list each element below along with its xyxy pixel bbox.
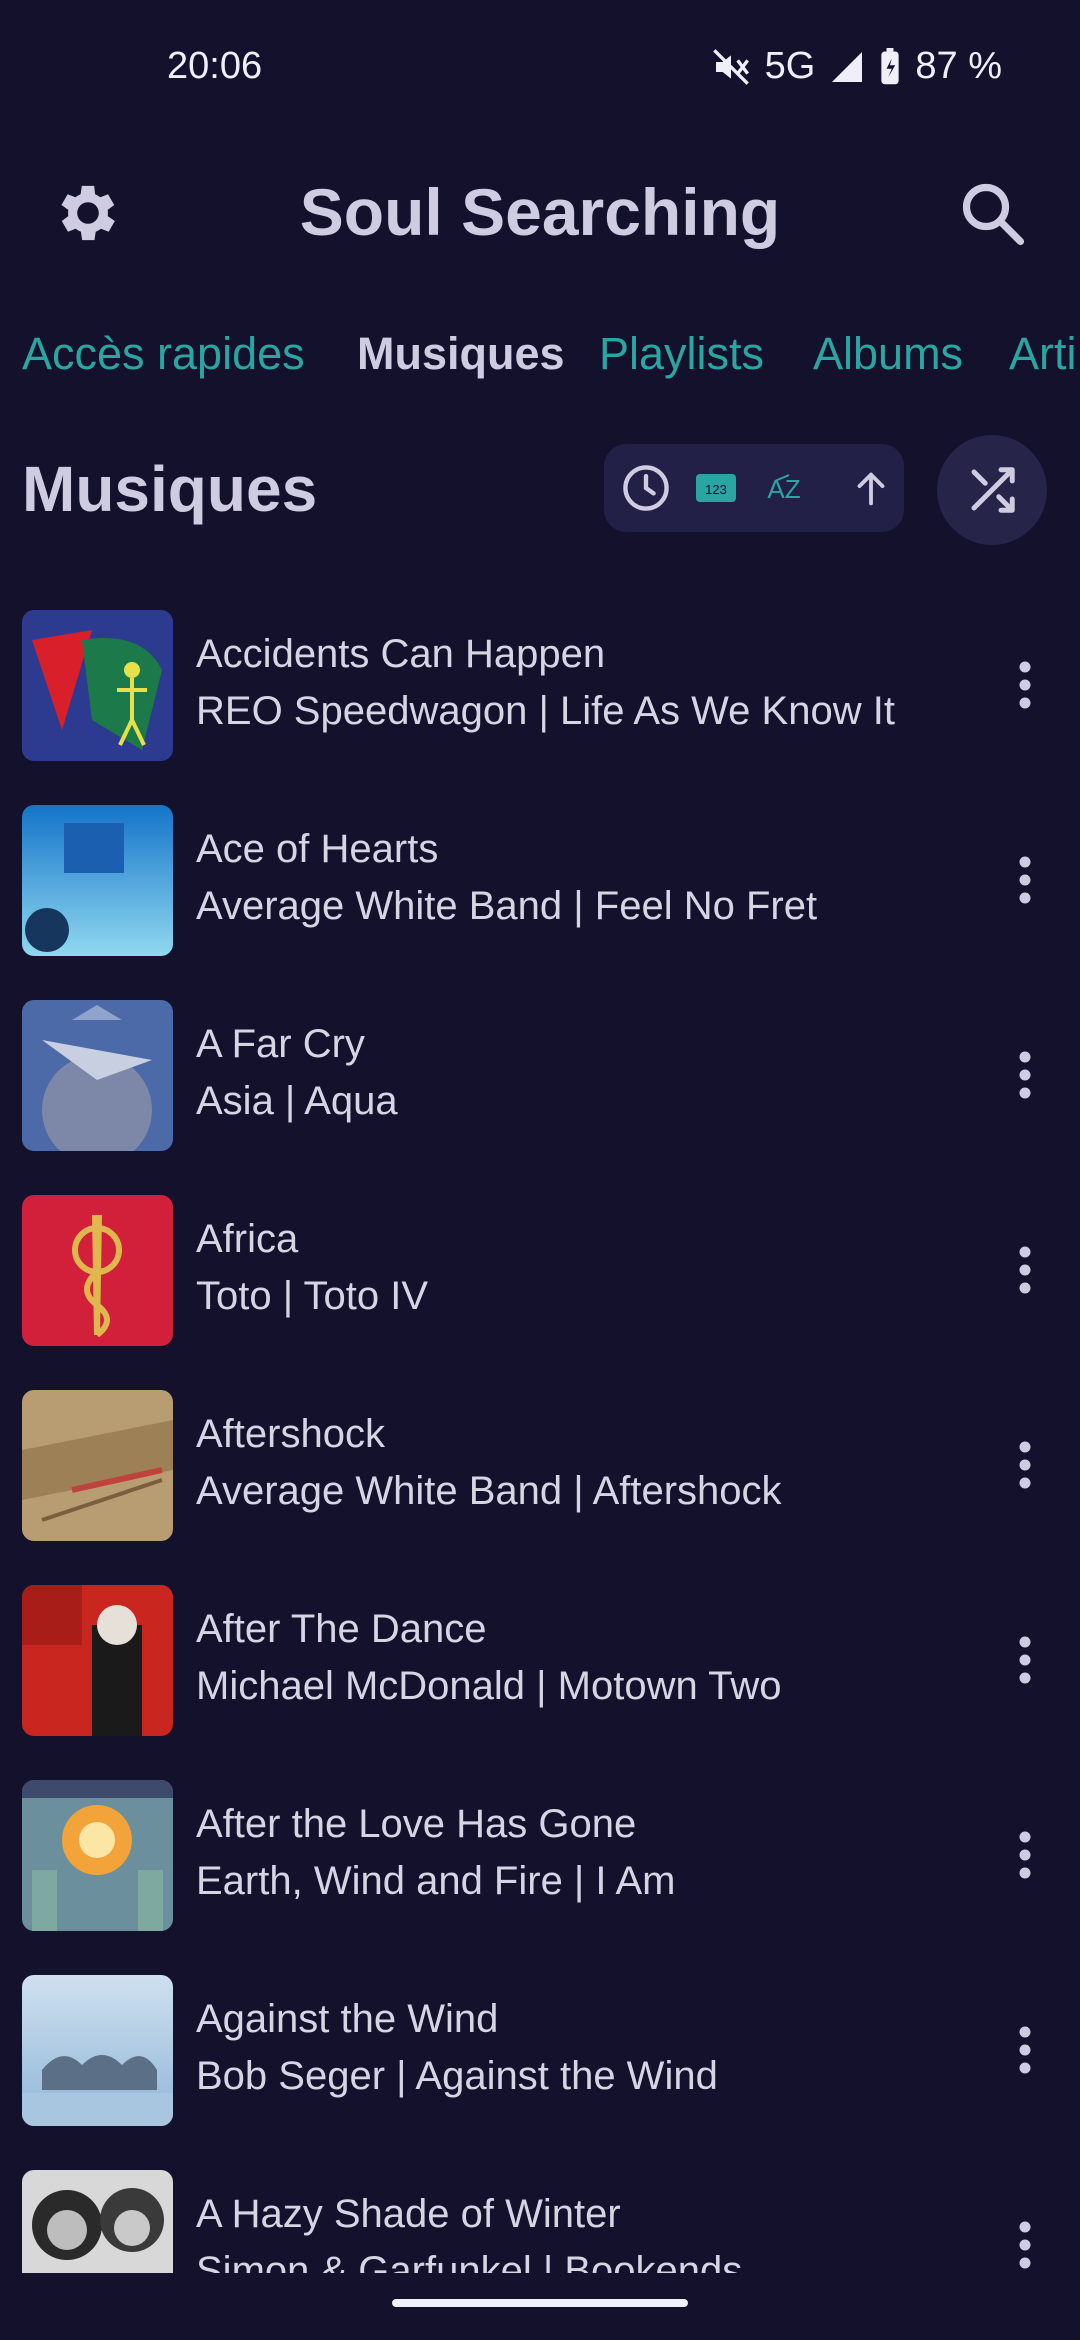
more-options-button[interactable] <box>995 1030 1055 1120</box>
song-list: Accidents Can Happen REO Speedwagon | Li… <box>0 600 1080 2273</box>
signal-icon <box>829 49 865 85</box>
search-icon <box>962 183 1025 246</box>
song-title: Against the Wind <box>196 1997 499 2041</box>
more-vertical-icon <box>1019 1636 1031 1684</box>
svg-text:AZ: AZ <box>767 474 800 504</box>
more-options-button[interactable] <box>995 2200 1055 2273</box>
number-sort-icon: 123 <box>696 474 736 502</box>
more-options-button[interactable] <box>995 1810 1055 1900</box>
more-options-button[interactable] <box>995 835 1055 925</box>
album-cover <box>22 1780 173 1931</box>
app-title: Soul Searching <box>299 175 781 249</box>
sort-by-number-button[interactable]: 123 <box>686 458 746 518</box>
song-title: Africa <box>196 1217 299 1261</box>
more-options-button[interactable] <box>995 640 1055 730</box>
arrow-up-icon <box>857 472 885 506</box>
shuffle-button[interactable] <box>937 435 1047 545</box>
album-cover <box>22 805 173 956</box>
album-cover <box>22 610 173 761</box>
list-item[interactable]: A Hazy Shade of Winter Simon & Garfunkel… <box>0 2160 1080 2273</box>
home-indicator[interactable] <box>392 2299 688 2307</box>
song-subtitle: Michael McDonald | Motown Two <box>196 1664 782 1708</box>
more-vertical-icon <box>1019 1441 1031 1489</box>
sort-alphabetical-button[interactable]: AZ <box>754 458 814 518</box>
song-title: After the Love Has Gone <box>196 1802 637 1846</box>
section-header: Musiques 123 AZ <box>0 430 1080 550</box>
tab-bar: Accès rapides Musiques Playlists Albums … <box>0 320 1080 400</box>
clock-icon <box>623 465 669 511</box>
song-title: Ace of Hearts <box>196 827 439 871</box>
list-item[interactable]: A Far Cry Asia | Aqua <box>0 990 1080 1185</box>
search-button[interactable] <box>942 163 1042 263</box>
album-cover <box>22 2170 173 2273</box>
song-subtitle: Average White Band | Aftershock <box>196 1469 782 1513</box>
more-vertical-icon <box>1019 1051 1031 1099</box>
album-cover <box>22 1195 173 1346</box>
song-title: A Far Cry <box>196 1022 365 1066</box>
sort-options: 123 AZ <box>604 444 904 532</box>
status-icons: 5G 87 % <box>711 45 1002 88</box>
song-subtitle: Earth, Wind and Fire | I Am <box>196 1859 676 1903</box>
song-title: Aftershock <box>196 1412 385 1456</box>
more-options-button[interactable] <box>995 1615 1055 1705</box>
app-bar: Soul Searching <box>0 150 1080 280</box>
more-vertical-icon <box>1019 2221 1031 2269</box>
more-vertical-icon <box>1019 2026 1031 2074</box>
list-item[interactable]: After the Love Has Gone Earth, Wind and … <box>0 1770 1080 1965</box>
song-subtitle: Bob Seger | Against the Wind <box>196 2054 718 2098</box>
more-vertical-icon <box>1019 1831 1031 1879</box>
tab-albums[interactable]: Albums <box>813 328 963 380</box>
list-item[interactable]: Ace of Hearts Average White Band | Feel … <box>0 795 1080 990</box>
sort-direction-button[interactable] <box>841 458 901 518</box>
album-cover <box>22 1390 173 1541</box>
more-options-button[interactable] <box>995 1225 1055 1315</box>
status-time: 20:06 <box>167 45 263 87</box>
battery-percent: 87 % <box>915 45 1002 87</box>
song-subtitle: Average White Band | Feel No Fret <box>196 884 818 928</box>
song-subtitle: Simon & Garfunkel | Bookends <box>196 2249 743 2273</box>
list-item[interactable]: Accidents Can Happen REO Speedwagon | Li… <box>0 600 1080 795</box>
alphabet-sort-icon: AZ <box>767 474 800 504</box>
network-label: 5G <box>764 45 816 87</box>
more-options-button[interactable] <box>995 2005 1055 2095</box>
mute-icon <box>711 47 751 87</box>
song-subtitle: REO Speedwagon | Life As We Know It <box>196 689 895 733</box>
album-cover <box>22 1975 173 2126</box>
song-title: Accidents Can Happen <box>196 632 606 676</box>
album-cover <box>22 1000 173 1151</box>
list-item[interactable]: Against the Wind Bob Seger | Against the… <box>0 1965 1080 2160</box>
tab-musiques[interactable]: Musiques <box>357 328 565 380</box>
song-subtitle: Asia | Aqua <box>196 1079 398 1123</box>
status-bar: 20:06 5G 87 % <box>0 0 1080 140</box>
shuffle-icon <box>971 467 1015 513</box>
sort-by-date-button[interactable] <box>616 458 676 518</box>
song-title: After The Dance <box>196 1607 487 1651</box>
tab-playlists[interactable]: Playlists <box>599 328 764 380</box>
more-vertical-icon <box>1019 661 1031 709</box>
more-vertical-icon <box>1019 856 1031 904</box>
more-options-button[interactable] <box>995 1420 1055 1510</box>
battery-icon <box>879 47 901 86</box>
list-item[interactable]: Aftershock Average White Band | Aftersho… <box>0 1380 1080 1575</box>
tab-acces-rapides[interactable]: Accès rapides <box>22 328 305 380</box>
svg-text:123: 123 <box>705 482 727 497</box>
song-subtitle: Toto | Toto IV <box>196 1274 429 1318</box>
tab-artists[interactable]: Arti <box>1009 328 1077 380</box>
song-title: A Hazy Shade of Winter <box>196 2192 621 2236</box>
more-vertical-icon <box>1019 1246 1031 1294</box>
list-item[interactable]: Africa Toto | Toto IV <box>0 1185 1080 1380</box>
album-cover <box>22 1585 173 1736</box>
list-item[interactable]: After The Dance Michael McDonald | Motow… <box>0 1575 1080 1770</box>
section-title: Musiques <box>22 453 318 525</box>
